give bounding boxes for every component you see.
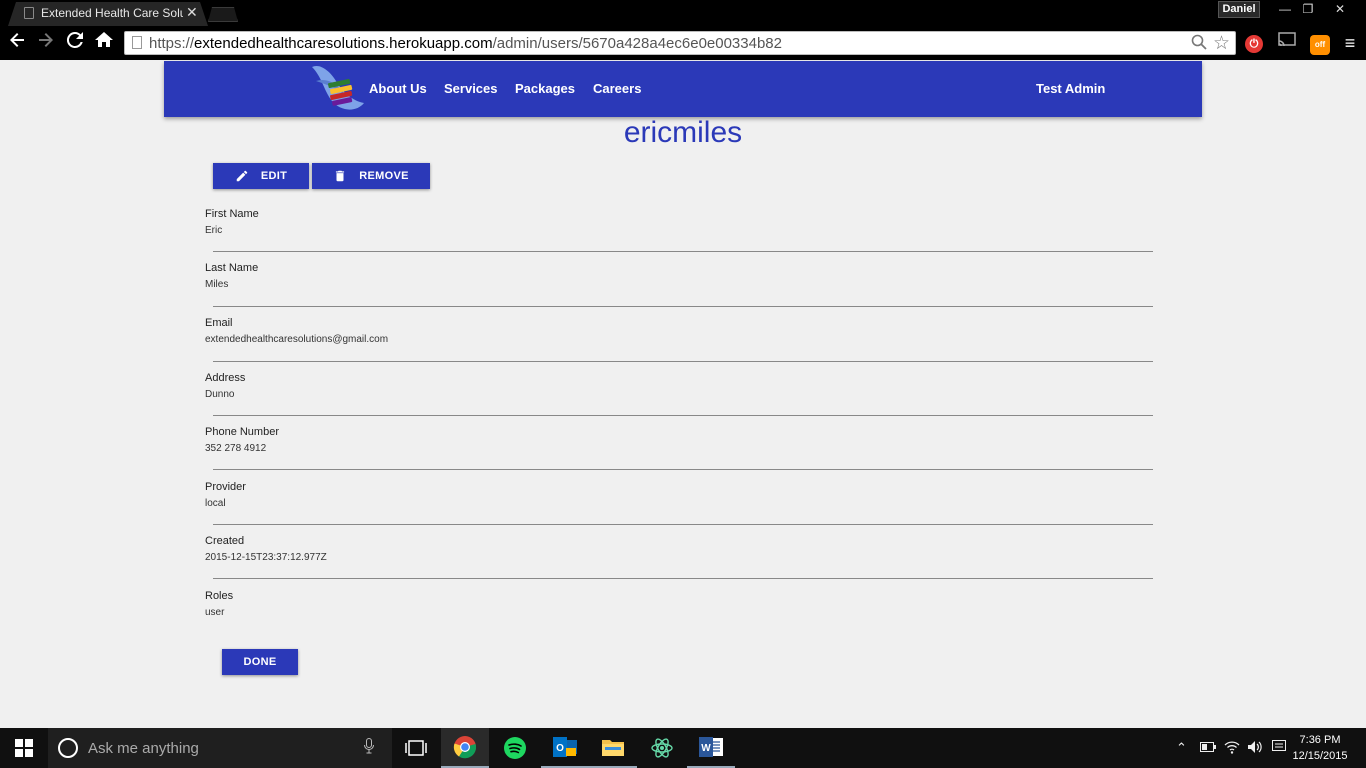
restore-icon[interactable]: ❐ — [1294, 0, 1322, 18]
battery-icon[interactable] — [1200, 740, 1216, 755]
cortana-search-box[interactable]: Ask me anything — [48, 728, 392, 768]
pencil-icon — [236, 170, 248, 182]
tab-close-icon[interactable]: ✕ — [186, 4, 198, 20]
home-icon[interactable] — [92, 31, 116, 55]
chrome-taskbar-icon[interactable] — [441, 728, 489, 768]
remove-button-label: REMOVE — [359, 170, 409, 182]
field-label: First Name — [205, 208, 259, 220]
edit-button[interactable]: EDIT — [213, 163, 309, 189]
clock-date: 12/15/2015 — [1292, 750, 1348, 762]
url-path: /admin/users/5670a428a4ec6e0e00334b82 — [492, 35, 782, 52]
site-header: About Us Services Packages Careers Test … — [164, 61, 1202, 117]
field-value: 2015-12-15T23:37:12.977Z — [205, 552, 327, 563]
extension-pet-icon[interactable]: off — [1309, 32, 1331, 55]
extension-blocker-icon[interactable]: ⏻ — [1243, 32, 1265, 54]
reload-icon[interactable] — [63, 31, 87, 55]
word-taskbar-icon[interactable]: W — [687, 728, 735, 768]
field-label: Provider — [205, 481, 246, 493]
url-text[interactable]: https://extendedhealthcaresolutions.hero… — [149, 35, 782, 52]
field-first-name: First Name Eric — [205, 208, 1153, 252]
field-divider — [213, 415, 1153, 416]
url-host: extendedhealthcaresolutions.herokuapp.co… — [194, 35, 493, 52]
page-content: About Us Services Packages Careers Test … — [0, 60, 1366, 728]
windows-logo-icon — [15, 739, 33, 757]
field-divider — [213, 524, 1153, 525]
zoom-icon[interactable] — [1191, 34, 1209, 52]
field-roles: Roles user — [205, 590, 1153, 618]
url-scheme: https:// — [149, 35, 195, 52]
nav-careers[interactable]: Careers — [593, 81, 641, 96]
atom-taskbar-icon[interactable] — [638, 728, 686, 768]
volume-icon[interactable] — [1247, 740, 1263, 757]
page-title: ericmiles — [623, 116, 743, 149]
new-tab-button[interactable] — [208, 7, 238, 22]
field-divider — [213, 578, 1153, 579]
field-divider — [213, 361, 1153, 362]
outlook-taskbar-icon[interactable]: O — [541, 728, 589, 768]
notifications-icon[interactable] — [1272, 740, 1286, 757]
done-button[interactable]: DONE — [222, 649, 298, 675]
nav-services[interactable]: Services — [444, 81, 498, 96]
microphone-icon[interactable] — [364, 738, 374, 758]
task-view-icon[interactable] — [392, 728, 440, 768]
field-value: Dunno — [205, 389, 235, 400]
spotify-taskbar-icon[interactable] — [491, 728, 539, 768]
user-menu[interactable]: Test Admin — [1036, 81, 1105, 96]
field-divider — [213, 306, 1153, 307]
field-label: Address — [205, 372, 246, 384]
trash-icon — [336, 170, 345, 182]
field-label: Phone Number — [205, 426, 279, 438]
forward-icon[interactable] — [34, 31, 58, 55]
nav-packages[interactable]: Packages — [515, 81, 575, 96]
svg-text:O: O — [556, 743, 564, 754]
field-address: Address Dunno — [205, 372, 1153, 416]
browser-toolbar: https://extendedhealthcaresolutions.hero… — [0, 26, 1366, 60]
wifi-icon[interactable] — [1224, 740, 1240, 757]
field-phone-number: Phone Number 352 278 4912 — [205, 426, 1153, 470]
system-clock[interactable]: 7:36 PM 12/15/2015 — [1292, 732, 1348, 764]
edit-button-label: EDIT — [260, 170, 288, 182]
field-value: extendedhealthcaresolutions@gmail.com — [205, 334, 389, 345]
back-icon[interactable] — [5, 31, 29, 55]
field-label: Roles — [205, 590, 234, 602]
tab-title: Extended Health Care Solu — [41, 6, 183, 20]
close-window-icon[interactable]: ✕ — [1326, 0, 1354, 18]
address-bar[interactable]: https://extendedhealthcaresolutions.hero… — [124, 31, 1236, 55]
nav-about-us[interactable]: About Us — [369, 81, 427, 96]
site-logo[interactable] — [306, 61, 366, 117]
field-value: 352 278 4912 — [205, 443, 267, 454]
page-info-icon[interactable] — [132, 36, 142, 49]
field-email: Email extendedhealthcaresolutions@gmail.… — [205, 317, 1153, 362]
browser-titlebar: Extended Health Care Solu ✕ Daniel — ❐ ✕ — [0, 0, 1366, 26]
field-label: Created — [205, 535, 245, 547]
chrome-menu-icon[interactable]: ≡ — [1339, 32, 1361, 54]
svg-text:W: W — [701, 743, 711, 754]
field-provider: Provider local — [205, 481, 1153, 525]
show-hidden-icons-icon[interactable]: ⌃ — [1176, 740, 1187, 756]
field-value: user — [205, 607, 225, 618]
profile-button[interactable]: Daniel — [1218, 1, 1260, 18]
windows-taskbar: Ask me anything O W ⌃ 7:36 PM 12/15/2015 — [0, 728, 1366, 768]
file-explorer-taskbar-icon[interactable] — [589, 728, 637, 768]
bookmark-star-icon[interactable]: ☆ — [1213, 32, 1230, 55]
cast-icon[interactable] — [1276, 32, 1298, 54]
search-placeholder: Ask me anything — [88, 740, 199, 757]
remove-button[interactable]: REMOVE — [312, 163, 430, 189]
clock-time: 7:36 PM — [1299, 734, 1341, 746]
field-value: Miles — [205, 279, 229, 290]
cortana-icon — [58, 738, 78, 758]
extension-badge: off — [1310, 35, 1330, 55]
field-divider — [213, 469, 1153, 470]
field-value: Eric — [205, 225, 223, 236]
field-label: Email — [205, 317, 233, 329]
page-favicon-icon — [24, 7, 34, 19]
field-divider — [213, 251, 1153, 252]
field-last-name: Last Name Miles — [205, 262, 1153, 307]
field-value: local — [205, 498, 226, 509]
field-created: Created 2015-12-15T23:37:12.977Z — [205, 535, 1153, 579]
field-label: Last Name — [205, 262, 259, 274]
start-button[interactable] — [0, 728, 48, 768]
